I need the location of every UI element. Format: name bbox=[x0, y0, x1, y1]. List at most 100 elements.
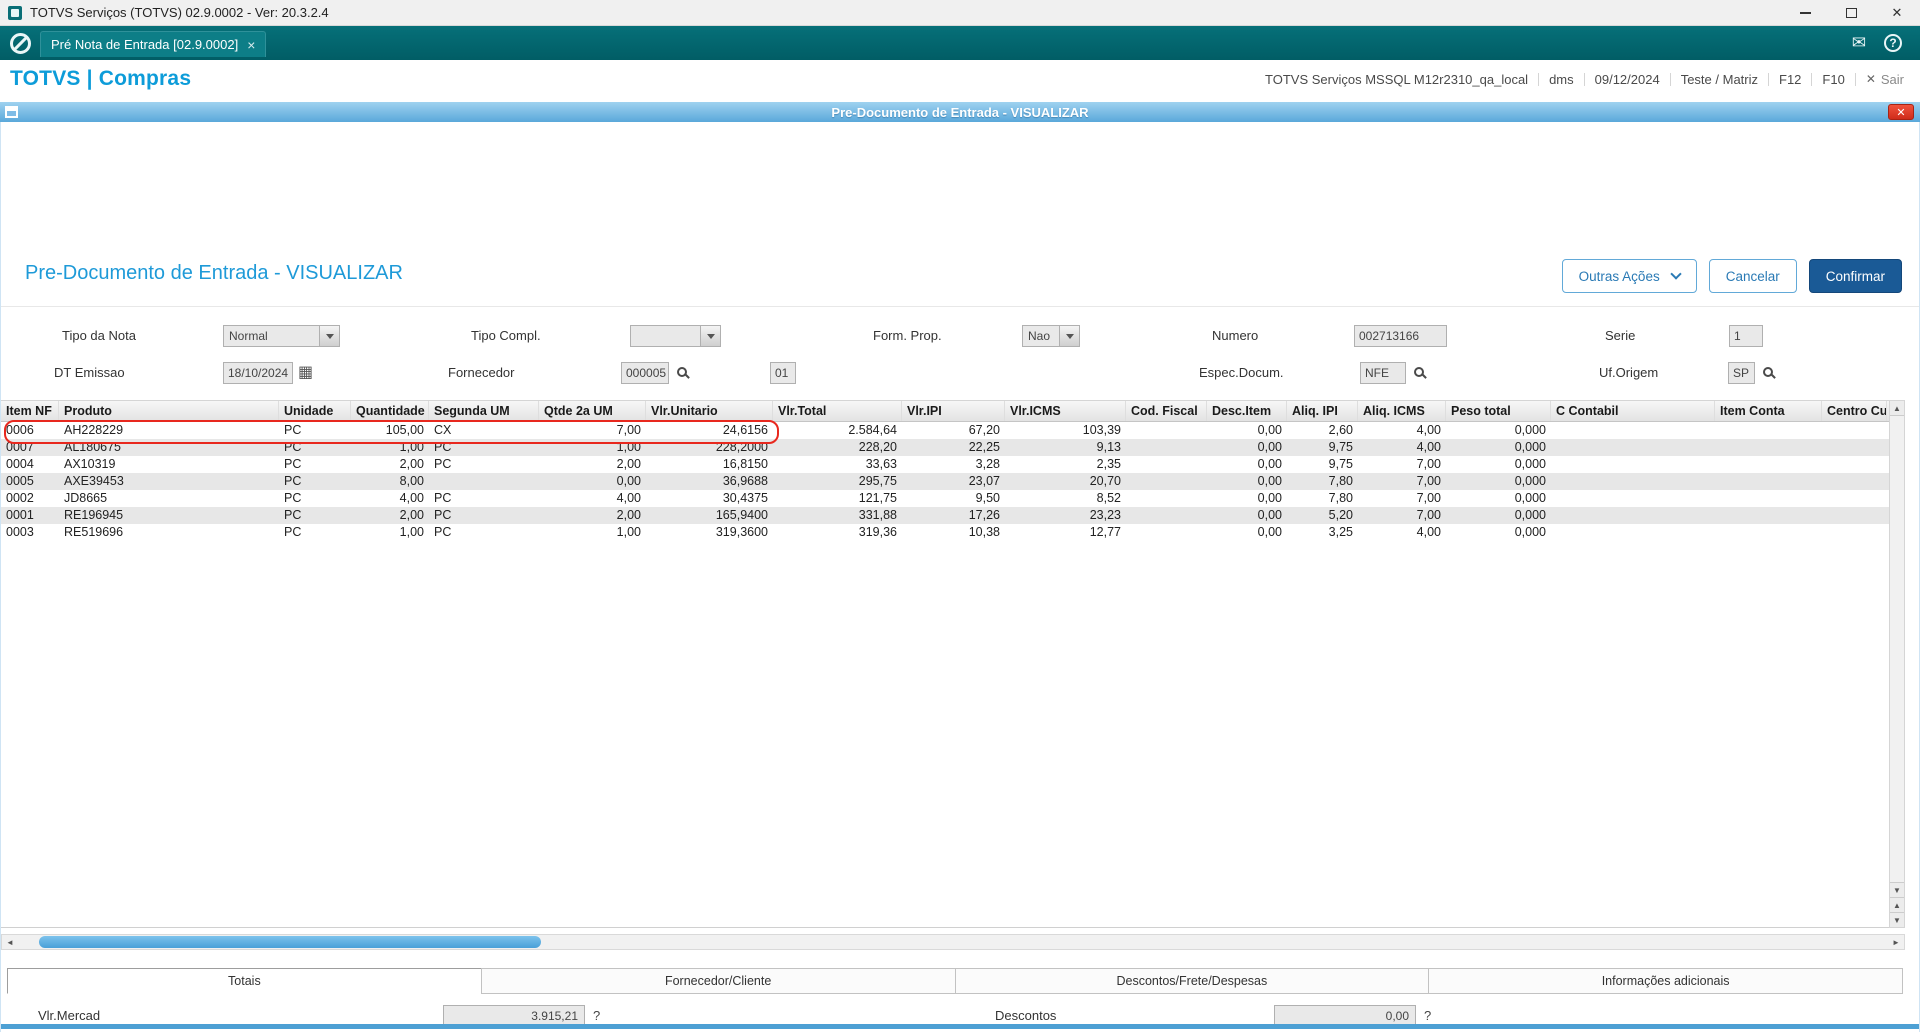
grid-row[interactable]: 0003 RE519696 PC 1,00 PC 1,00 319,3600 319,36 10… bbox=[1, 524, 1889, 541]
grid-cell bbox=[1715, 473, 1822, 490]
grid-row[interactable]: 0005 AXE39453 PC 8,00 0,00 36,9688 295,75 23,07… bbox=[1, 473, 1889, 490]
separator bbox=[1768, 72, 1769, 86]
espec-docum-search-icon[interactable] bbox=[1414, 367, 1424, 377]
dropdown-arrow-icon[interactable] bbox=[700, 325, 721, 347]
grid-cell: 165,9400 bbox=[715, 508, 768, 522]
grid-cell: AXE39453 bbox=[64, 474, 124, 488]
hscroll-track[interactable] bbox=[18, 935, 1888, 949]
grid-column-header[interactable]: Vlr.Total bbox=[773, 401, 902, 421]
grid-column-header[interactable]: Aliq. IPI bbox=[1287, 401, 1358, 421]
dialog-close-button[interactable]: ✕ bbox=[1888, 104, 1914, 120]
scroll-right-icon[interactable]: ► bbox=[1888, 935, 1904, 949]
loja-input[interactable]: 01 bbox=[770, 362, 796, 384]
grid-column-header[interactable]: Item NF bbox=[1, 401, 59, 421]
scroll-down-icon[interactable]: ▼ bbox=[1890, 882, 1904, 897]
grid-column-header[interactable]: Quantidade bbox=[351, 401, 429, 421]
grid-cell: 2.584,64 bbox=[848, 423, 897, 437]
grid-cell: PC bbox=[434, 525, 452, 539]
grid-column-header[interactable]: Qtde 2a UM bbox=[539, 401, 646, 421]
tipo-compl-select[interactable] bbox=[630, 325, 721, 347]
mail-icon[interactable]: ✉ bbox=[1852, 33, 1866, 53]
grid-row[interactable]: 0002 JD8665 PC 4,00 PC 4,00 30,4375 121,75 9,50 8… bbox=[1, 490, 1889, 507]
grid-record-nav: ▼ ▲ ▼ bbox=[1890, 882, 1904, 927]
dropdown-arrow-icon[interactable] bbox=[1059, 325, 1080, 347]
grid-row[interactable]: 0001 RE196945 PC 2,00 PC 2,00 165,9400 331,88 17… bbox=[1, 507, 1889, 524]
exit-button[interactable]: ✕ Sair bbox=[1866, 72, 1904, 87]
grid-column-header[interactable]: Aliq. ICMS bbox=[1358, 401, 1446, 421]
grid-column-header[interactable]: Unidade bbox=[279, 401, 351, 421]
grid-cell: 4,00 bbox=[399, 491, 424, 505]
uf-origem-label: Uf.Origem bbox=[1599, 365, 1659, 380]
espec-docum-input[interactable]: NFE bbox=[1360, 362, 1406, 384]
fornecedor-input[interactable]: 000005 bbox=[621, 362, 669, 384]
fornecedor-label: Fornecedor bbox=[448, 365, 515, 380]
dt-emissao-input[interactable]: 18/10/2024 bbox=[223, 362, 293, 384]
confirmar-button[interactable]: Confirmar bbox=[1808, 259, 1902, 293]
calendar-icon[interactable]: ▦ bbox=[298, 365, 313, 381]
grid-cell: 20,70 bbox=[1089, 474, 1121, 488]
grid-cell: 0,00 bbox=[1257, 508, 1282, 522]
grid-vertical-scrollbar[interactable]: ▲ ▼ ▲ ▼ bbox=[1889, 400, 1905, 928]
grid-cell: PC bbox=[284, 457, 302, 471]
tipo-da-nota-select[interactable]: Normal bbox=[223, 325, 340, 347]
grid-cell: 7,00 bbox=[1416, 491, 1441, 505]
grid-cell bbox=[1551, 439, 1715, 456]
dt-emissao-label: DT Emissao bbox=[54, 365, 125, 380]
footer-tab-informa-es-adicionais[interactable]: Informações adicionais bbox=[1428, 968, 1903, 994]
fornecedor-search-icon[interactable] bbox=[677, 367, 687, 377]
grid-column-header[interactable]: Item Conta bbox=[1715, 401, 1822, 421]
uf-origem-input[interactable]: SP bbox=[1728, 362, 1755, 384]
grid-column-header[interactable]: C Contabil bbox=[1551, 401, 1715, 421]
grid-cell: AL180675 bbox=[64, 440, 122, 454]
tab-close-icon[interactable]: × bbox=[247, 38, 255, 52]
grid-body: 0006 AH228229 PC 105,00 CX 7,00 24,6156 2.584,6… bbox=[1, 422, 1889, 541]
grid-column-header[interactable]: Desc.Item bbox=[1207, 401, 1287, 421]
tabbar-icons: ✉ ? bbox=[1852, 33, 1920, 53]
outras-acoes-button[interactable]: Outras Ações bbox=[1561, 259, 1697, 293]
grid-column-header[interactable]: Segunda UM bbox=[429, 401, 539, 421]
grid-row[interactable]: 0007 AL180675 PC 1,00 PC 1,00 228,2000 228,20 22… bbox=[1, 439, 1889, 456]
footer-tab-descontos-frete-despesas[interactable]: Descontos/Frete/Despesas bbox=[954, 968, 1430, 994]
grid-horizontal-scrollbar[interactable]: ◄ ► bbox=[1, 934, 1905, 950]
grid-column-header[interactable]: Vlr.Unitario bbox=[646, 401, 773, 421]
serie-input[interactable]: 1 bbox=[1729, 325, 1763, 347]
grid-cell: 0002 bbox=[6, 491, 34, 505]
grid-column-header[interactable]: Vlr.IPI bbox=[902, 401, 1005, 421]
f10-shortcut[interactable]: F10 bbox=[1822, 72, 1844, 87]
app-icon bbox=[8, 5, 22, 20]
close-window-button[interactable]: ✕ bbox=[1874, 0, 1920, 26]
grid-column-header[interactable]: Centro Cus bbox=[1822, 401, 1887, 421]
grid-cell: 3,25 bbox=[1328, 525, 1353, 539]
dialog-titlebar[interactable]: Pre-Documento de Entrada - VISUALIZAR ✕ bbox=[0, 102, 1920, 122]
grid-row[interactable]: 0006 AH228229 PC 105,00 CX 7,00 24,6156 2.584,6… bbox=[1, 422, 1889, 439]
footer-tab-fornecedor-cliente[interactable]: Fornecedor/Cliente bbox=[480, 968, 956, 994]
grid-cell: PC bbox=[284, 491, 302, 505]
scroll-up-icon[interactable]: ▲ bbox=[1890, 401, 1904, 416]
grid-cell: 2,00 bbox=[399, 457, 424, 471]
totvs-logo-icon[interactable] bbox=[10, 32, 31, 54]
minimize-button[interactable] bbox=[1782, 0, 1828, 26]
scroll-left-icon[interactable]: ◄ bbox=[2, 935, 18, 949]
f12-shortcut[interactable]: F12 bbox=[1779, 72, 1801, 87]
tab-pre-nota-entrada[interactable]: Pré Nota de Entrada [02.9.0002] × bbox=[40, 31, 267, 57]
grid-column-header[interactable]: Vlr.ICMS bbox=[1005, 401, 1126, 421]
footer-tab-totais[interactable]: Totais bbox=[7, 968, 482, 994]
dialog-body: Pre-Documento de Entrada - VISUALIZAR Ou… bbox=[0, 122, 1920, 1032]
grid-column-header[interactable]: Cod. Fiscal bbox=[1126, 401, 1207, 421]
grid-column-header[interactable]: Produto bbox=[59, 401, 279, 421]
record-up-icon[interactable]: ▲ bbox=[1890, 897, 1904, 912]
uf-origem-search-icon[interactable] bbox=[1763, 367, 1773, 377]
cancelar-button[interactable]: Cancelar bbox=[1708, 259, 1797, 293]
form-prop-select[interactable]: Nao bbox=[1022, 325, 1080, 347]
hscroll-thumb[interactable] bbox=[39, 936, 541, 948]
grid-cell bbox=[1551, 524, 1715, 541]
help-icon[interactable]: ? bbox=[1884, 34, 1902, 52]
triangle-down-icon bbox=[706, 333, 715, 339]
grid-column-header[interactable]: Peso total bbox=[1446, 401, 1551, 421]
numero-input[interactable]: 002713166 bbox=[1354, 325, 1447, 347]
dropdown-arrow-icon[interactable] bbox=[319, 325, 340, 347]
record-down-icon[interactable]: ▼ bbox=[1890, 912, 1904, 927]
grid-row[interactable]: 0004 AX10319 PC 2,00 PC 2,00 16,8150 33,63 3,28 2… bbox=[1, 456, 1889, 473]
maximize-button[interactable] bbox=[1828, 0, 1874, 26]
grid-cell: 0001 bbox=[6, 508, 34, 522]
